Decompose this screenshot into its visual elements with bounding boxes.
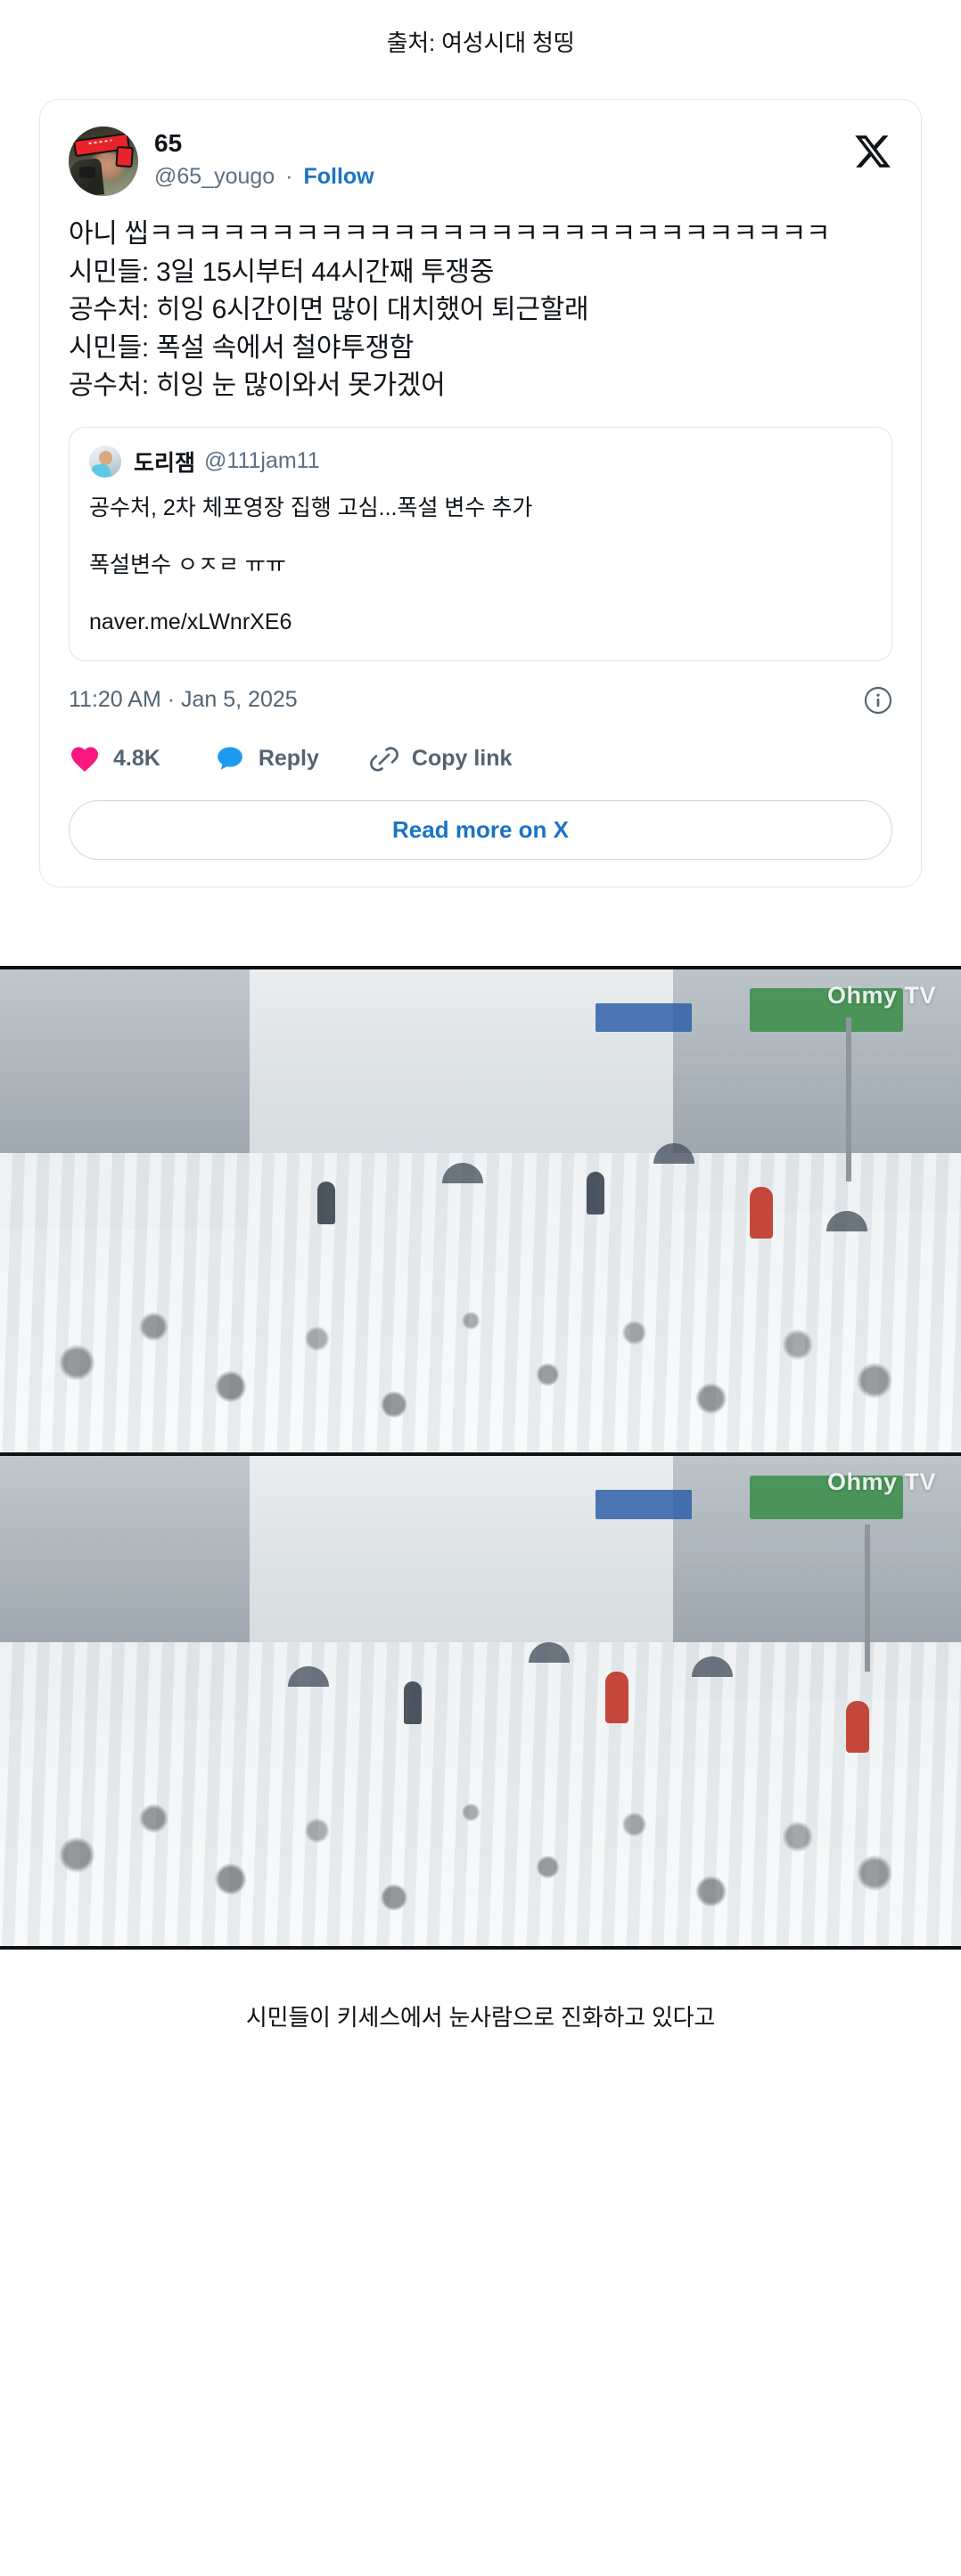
quoted-tweet-line: 폭설변수 ㅇㅈㄹ ㅠㅠ	[89, 552, 286, 578]
handle-row: @65_yougo · Follow	[154, 163, 374, 190]
photo-1-watermark: Ohmy TV	[826, 981, 936, 1009]
tweet-actions-row: 4.8K Reply Copy link	[69, 743, 892, 775]
protest-photo-2: Ohmy TV	[0, 1452, 961, 1950]
read-more-on-x-button[interactable]: Read more on X	[69, 799, 892, 860]
tweet-body-line: 공수처: 히잉 눈 많이와서 못가겠어	[69, 371, 446, 401]
photo-2-watermark: Ohmy TV	[826, 1468, 936, 1495]
avatar-gun	[79, 167, 95, 178]
link-icon	[370, 747, 398, 772]
flag-pole	[845, 1017, 851, 1182]
person-red-coat	[749, 1186, 773, 1239]
photo-block: Ohmy TV Ohmy TV	[0, 965, 961, 1950]
speech-bubble-icon	[218, 747, 242, 770]
quoted-display-name: 도리잼	[134, 450, 196, 476]
quoted-tweet-link[interactable]: naver.me/xLWnrXE6	[89, 606, 872, 638]
photo-1-blue-sign	[595, 1002, 693, 1033]
display-name: 65	[154, 129, 183, 157]
quoted-tweet-card[interactable]: 도리잼 @111jam11 공수처, 2차 체포영장 집행 고심...폭설 변수…	[69, 426, 892, 661]
person-red-coat	[845, 1700, 869, 1753]
photo-2-blue-sign	[595, 1490, 693, 1520]
tweet-body-line: 시민들: 3일 15시부터 44시간째 투쟁중	[69, 257, 494, 287]
photo-2-crowd	[0, 1641, 961, 1946]
tweet-body-line: 공수처: 히잉 6시간이면 많이 대치했어 퇴근할래	[69, 295, 589, 325]
timestamp-row: 11:20 AM · Jan 5, 2025	[69, 686, 892, 715]
flag-pole	[865, 1524, 871, 1672]
tweet-body: 아니 씹ㅋㅋㅋㅋㅋㅋㅋㅋㅋㅋㅋㅋㅋㅋㅋㅋㅋㅋㅋㅋㅋㅋㅋㅋㅋㅋㅋㅋ 시민들: 3일…	[69, 216, 892, 405]
tweet-body-line: 시민들: 폭설 속에서 철야투쟁함	[69, 332, 415, 363]
user-name-block: 65 @65_yougo · Follow	[154, 127, 374, 190]
person-dark-coat	[316, 1182, 335, 1225]
follow-link[interactable]: Follow	[303, 164, 374, 189]
photo-1-crowd	[0, 1152, 961, 1452]
quoted-user-avatar[interactable]	[89, 445, 121, 478]
person-red-coat	[605, 1671, 629, 1723]
copy-link-label: Copy link	[411, 746, 513, 772]
x-logo[interactable]	[853, 132, 892, 171]
user-avatar[interactable]	[69, 127, 138, 196]
quoted-tweet-header: 도리잼 @111jam11	[89, 445, 872, 478]
copy-link-action[interactable]: Copy link	[369, 744, 513, 774]
avatar-headband-text	[88, 138, 112, 144]
person-dark-coat	[403, 1681, 422, 1724]
tweet-body-line: 아니 씹ㅋㅋㅋㅋㅋㅋㅋㅋㅋㅋㅋㅋㅋㅋㅋㅋㅋㅋㅋㅋㅋㅋㅋㅋㅋㅋㅋㅋ	[69, 219, 831, 249]
heart-icon	[71, 747, 98, 772]
page-root: 출처: 여성시대 청띵 65 @65_yougo · Follow 아니 씹ㅋㅋ…	[0, 0, 961, 2576]
like-action[interactable]: 4.8K	[69, 743, 160, 775]
tweet-card: 65 @65_yougo · Follow 아니 씹ㅋㅋㅋㅋㅋㅋㅋㅋㅋㅋㅋㅋㅋㅋ…	[39, 99, 922, 887]
user-handle: @65_yougo	[154, 164, 275, 190]
source-header: 출처: 여성시대 청띵	[386, 29, 575, 56]
handle-separator: ·	[285, 164, 293, 190]
reply-label: Reply	[258, 746, 319, 772]
reply-action[interactable]: Reply	[214, 743, 319, 775]
quoted-tweet-line: 공수처, 2차 체포영장 집행 고심...폭설 변수 추가	[89, 495, 533, 520]
like-count: 4.8K	[113, 746, 160, 772]
tweet-header: 65 @65_yougo · Follow	[69, 127, 892, 196]
info-icon[interactable]	[864, 686, 892, 715]
person-dark-coat	[586, 1172, 604, 1215]
tweet-timestamp: 11:20 AM · Jan 5, 2025	[69, 687, 298, 713]
protest-photo-1: Ohmy TV	[0, 965, 961, 1452]
quoted-user-handle: @111jam11	[204, 448, 320, 474]
bottom-caption: 시민들이 키세스에서 눈사람으로 진화하고 있다고	[245, 2003, 716, 2031]
